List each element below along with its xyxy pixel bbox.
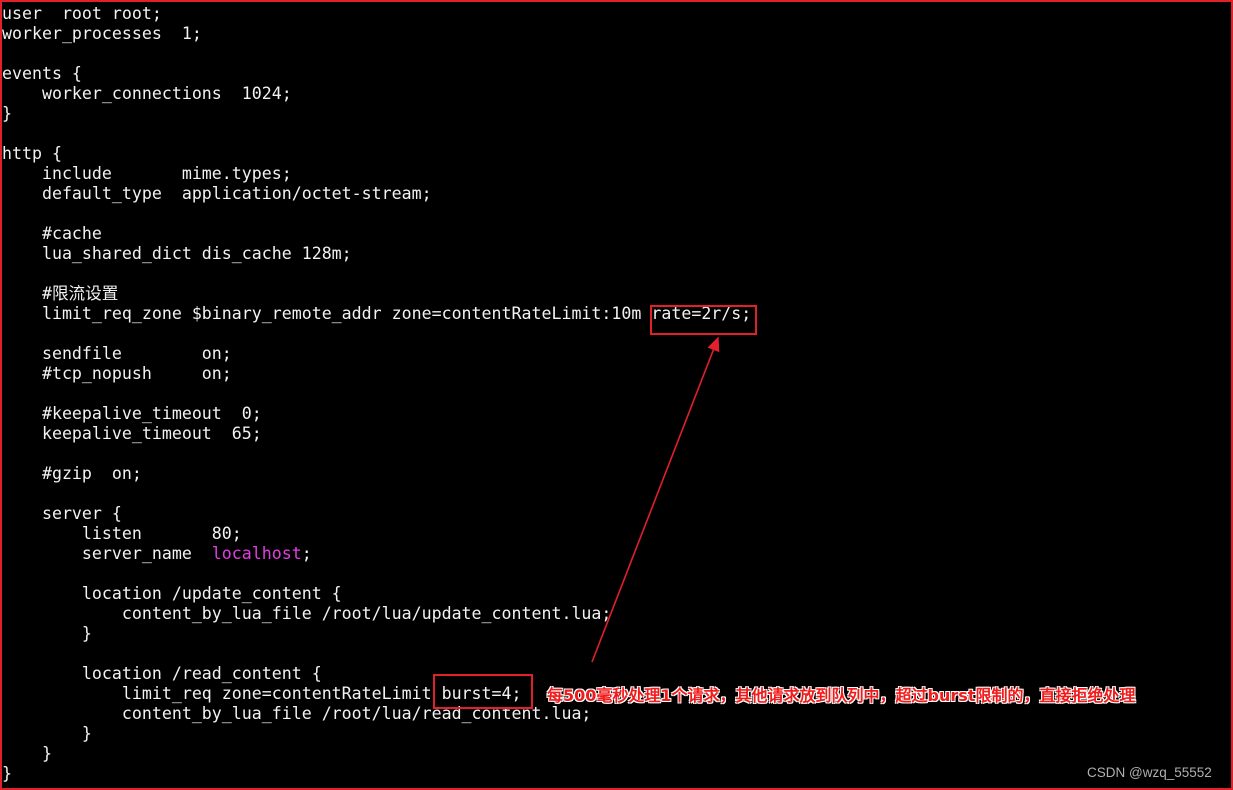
annotation-text: 每500毫秒处理1个请求，其他请求放到队列中，超过burst限制的，直接拒绝处理	[547, 686, 1136, 705]
annotation-arrow	[591, 336, 720, 663]
terminal-window: user root root; worker_processes 1; event…	[0, 0, 1233, 790]
watermark: CSDN @wzq_55552	[1087, 765, 1212, 780]
